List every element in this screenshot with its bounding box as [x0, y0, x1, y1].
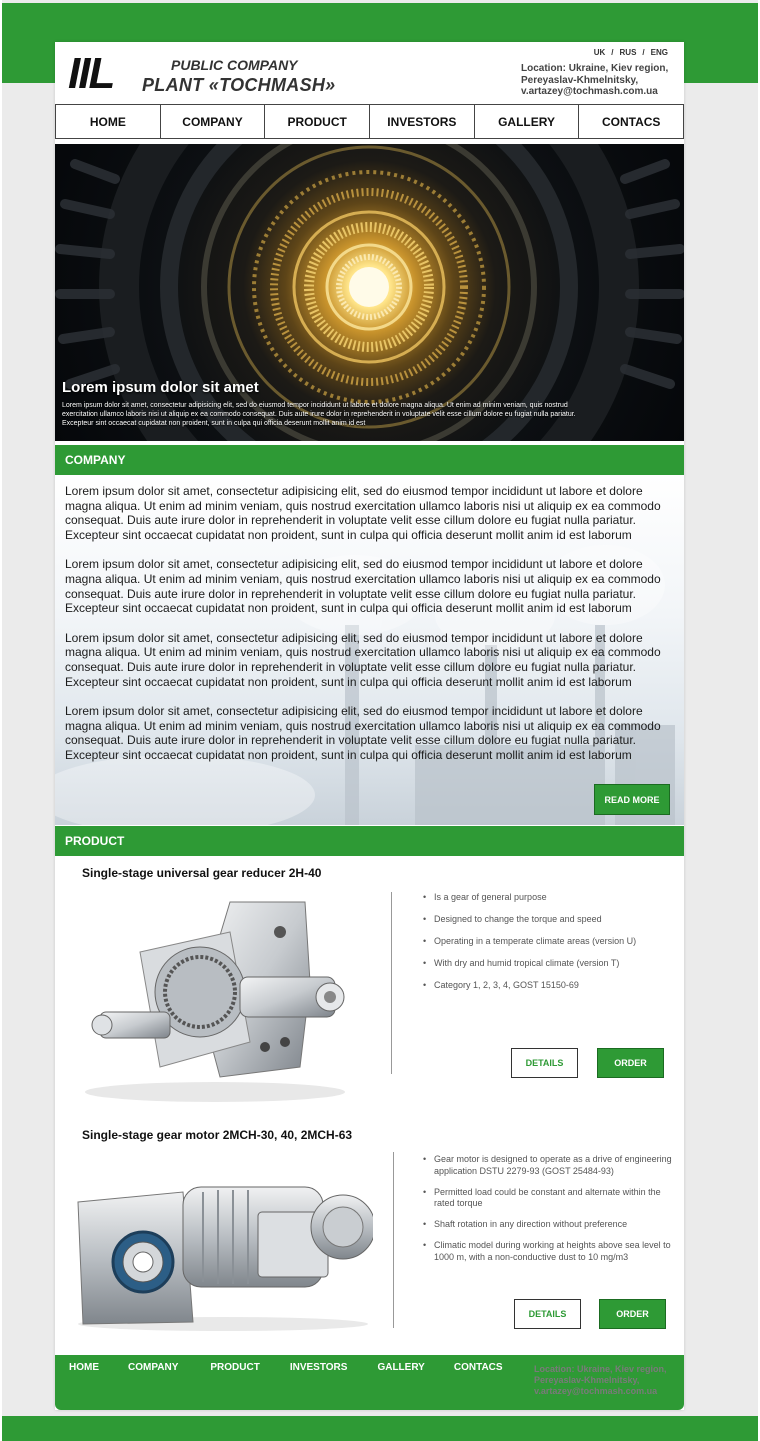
logo-title[interactable]: PLANT «TOCHMASH»	[142, 75, 335, 96]
hero-text: Lorem ipsum dolor sit amet, consectetur …	[62, 402, 576, 427]
lang-eng[interactable]: ENG	[651, 48, 668, 57]
hero-title: Lorem ipsum dolor sit amet	[62, 379, 259, 396]
site-footer: HOME COMPANY PRODUCT INVESTORS GALLERY C…	[55, 1355, 684, 1410]
product-features: Is a gear of general purpose Designed to…	[418, 892, 678, 992]
gear-reducer-image[interactable]	[80, 892, 350, 1102]
page-container: IIL PUBLIC COMPANY PLANT «TOCHMASH» UK / R…	[55, 42, 684, 1410]
footer-nav-product[interactable]: PRODUCT	[210, 1362, 259, 1373]
footer-nav: HOME COMPANY PRODUCT INVESTORS GALLERY C…	[65, 1362, 503, 1373]
nav-investors[interactable]: INVESTORS	[370, 105, 475, 138]
feature-item: Operating in a temperate climate areas (…	[418, 936, 678, 948]
company-paragraph: Lorem ipsum dolor sit amet, consectetur …	[65, 703, 661, 763]
footer-nav-contacs[interactable]: CONTACS	[454, 1362, 503, 1373]
product-section-header: PRODUCT	[55, 826, 684, 856]
company-paragraph: Lorem ipsum dolor sit amet, consectetur …	[65, 630, 661, 689]
language-switcher: UK / RUS / ENG	[591, 48, 671, 57]
details-button[interactable]: DETAILS	[511, 1048, 578, 1078]
footer-location: Location: Ukraine, Kiev region, Pereyasl…	[534, 1364, 667, 1396]
feature-item: With dry and humid tropical climate (ver…	[418, 958, 678, 970]
lang-rus[interactable]: RUS	[620, 48, 637, 57]
details-button[interactable]: DETAILS	[514, 1299, 581, 1329]
nav-home[interactable]: HOME	[56, 105, 161, 138]
footer-nav-home[interactable]: HOME	[69, 1362, 99, 1373]
header-location: Location: Ukraine, Kiev region, Pereyasl…	[521, 63, 669, 97]
logo-mark[interactable]: IIL	[68, 52, 115, 96]
feature-item: Shaft rotation in any direction without …	[418, 1219, 680, 1231]
main-nav: HOME COMPANY PRODUCT INVESTORS GALLERY C…	[55, 104, 684, 139]
order-button[interactable]: ORDER	[599, 1299, 666, 1329]
company-section: Lorem ipsum dolor sit amet, consectetur …	[55, 475, 684, 825]
feature-item: Permitted load could be constant and alt…	[418, 1187, 680, 1210]
product-title[interactable]: Single-stage gear motor 2MCH-30, 40, 2MC…	[82, 1128, 352, 1142]
footer-nav-company[interactable]: COMPANY	[128, 1362, 178, 1373]
feature-item: Climatic model during working at heights…	[418, 1240, 680, 1263]
footer-nav-gallery[interactable]: GALLERY	[377, 1362, 424, 1373]
site-header: IIL PUBLIC COMPANY PLANT «TOCHMASH» UK / R…	[55, 42, 684, 104]
nav-contacs[interactable]: CONTACS	[579, 105, 683, 138]
lang-separator: /	[642, 48, 645, 57]
feature-item: Category 1, 2, 3, 4, GOST 15150-69	[418, 980, 678, 992]
company-paragraph: Lorem ipsum dolor sit amet, consectetur …	[65, 484, 661, 543]
company-section-header: COMPANY	[55, 445, 684, 475]
product-features: Gear motor is designed to operate as a d…	[418, 1154, 680, 1263]
order-button[interactable]: ORDER	[597, 1048, 664, 1078]
turbine-image	[55, 144, 684, 441]
feature-item: Is a gear of general purpose	[418, 892, 678, 904]
nav-product[interactable]: PRODUCT	[265, 105, 371, 138]
nav-company[interactable]: COMPANY	[161, 105, 266, 138]
hero-banner: Lorem ipsum dolor sit amet Lorem ipsum d…	[55, 144, 684, 441]
bottom-green-band	[2, 1416, 758, 1441]
feature-item: Designed to change the torque and speed	[418, 914, 678, 926]
company-paragraph: Lorem ipsum dolor sit amet, consectetur …	[65, 557, 661, 616]
product-title[interactable]: Single-stage universal gear reducer 2H-4…	[82, 866, 321, 880]
lang-separator: /	[611, 48, 614, 57]
page-edge-left	[0, 0, 2, 1441]
lang-uk[interactable]: UK	[594, 48, 606, 57]
gear-motor-image[interactable]	[73, 1152, 373, 1332]
product-divider	[393, 1152, 394, 1328]
read-more-button[interactable]: READ MORE	[594, 784, 670, 815]
product-divider	[391, 892, 392, 1074]
feature-item: Gear motor is designed to operate as a d…	[418, 1154, 680, 1177]
footer-nav-investors[interactable]: INVESTORS	[290, 1362, 348, 1373]
logo-subtitle: PUBLIC COMPANY	[171, 57, 298, 73]
nav-gallery[interactable]: GALLERY	[475, 105, 580, 138]
